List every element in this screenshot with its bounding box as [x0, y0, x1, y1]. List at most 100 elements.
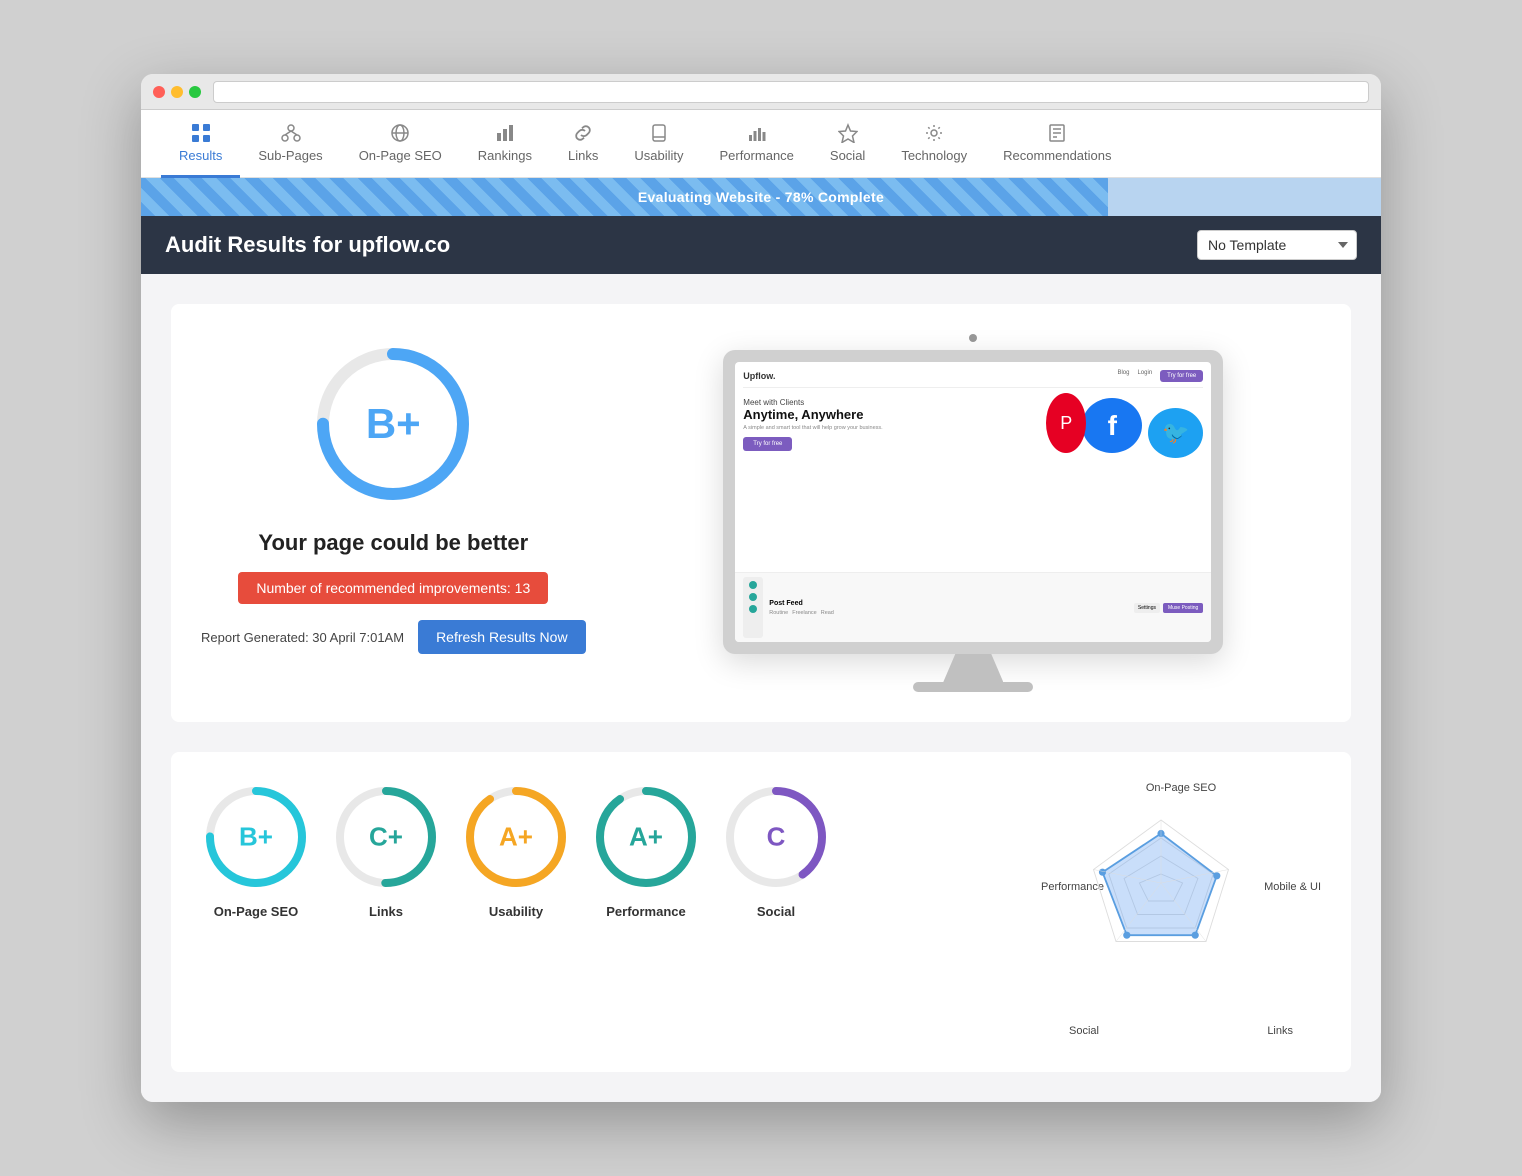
wp-bottom-bar: Post Feed Routine Freelance Read S — [735, 572, 1211, 642]
score-circle-usability: A+ — [461, 782, 571, 892]
nav-item-results[interactable]: Results — [161, 110, 240, 178]
refresh-button[interactable]: Refresh Results Now — [418, 620, 586, 654]
score-item-social: C Social — [721, 782, 831, 919]
subpages-icon — [280, 122, 302, 144]
close-button[interactable] — [153, 86, 165, 98]
rankings-icon — [494, 122, 516, 144]
nav-item-recommendations[interactable]: Recommendations — [985, 110, 1129, 178]
recommendations-icon — [1046, 122, 1068, 144]
page-message: Your page could be better — [258, 530, 528, 556]
wp-sidebar — [743, 577, 763, 638]
wp-settings-btn: Settings — [1134, 603, 1160, 613]
technology-icon — [923, 122, 945, 144]
wp-action-btns: Settings Muse Posting — [1134, 603, 1203, 613]
links-icon — [572, 122, 594, 144]
wp-cta-nav: Try for free — [1160, 370, 1203, 382]
score-circle-links: C+ — [331, 782, 441, 892]
nav-bar: Results Sub-Pages On-Page SEO Rankings L… — [141, 110, 1381, 178]
nav-item-onpageseo[interactable]: On-Page SEO — [341, 110, 460, 178]
score-circles: B+ On-Page SEO C+ Links — [201, 782, 1011, 919]
nav-item-usability[interactable]: Usability — [616, 110, 701, 178]
score-item-onpageseo: B+ On-Page SEO — [201, 782, 311, 919]
radar-label-right: Mobile & UI — [1264, 881, 1321, 893]
browser-window: Results Sub-Pages On-Page SEO Rankings L… — [141, 74, 1381, 1102]
report-row: Report Generated: 30 April 7:01AM Refres… — [201, 620, 586, 654]
nav-label-usability: Usability — [634, 148, 683, 163]
wp-tab-read: Read — [821, 610, 834, 616]
nav-label-technology: Technology — [901, 148, 967, 163]
radar-section: On-Page SEO Mobile & UI Links Social Per… — [1041, 782, 1321, 1042]
score-label-onpageseo: On-Page SEO — [214, 904, 299, 919]
score-circle-performance: A+ — [591, 782, 701, 892]
nav-item-performance[interactable]: Performance — [701, 110, 811, 178]
nav-label-rankings: Rankings — [478, 148, 532, 163]
minimize-button[interactable] — [171, 86, 183, 98]
nav-item-subpages[interactable]: Sub-Pages — [240, 110, 340, 178]
score-label-usability: Usability — [489, 904, 543, 919]
maximize-button[interactable] — [189, 86, 201, 98]
twitter-icon: 🐦 — [1148, 408, 1203, 458]
radar-svg — [1061, 802, 1261, 982]
main-content: B+ Your page could be better Number of r… — [141, 274, 1381, 1102]
facebook-icon: f — [1082, 398, 1142, 453]
monitor-screen: Upflow. Blog Login Try for free — [735, 362, 1211, 642]
report-date: Report Generated: 30 April 7:01AM — [201, 630, 404, 645]
grade-circle: B+ — [303, 334, 483, 514]
nav-item-social[interactable]: Social — [812, 110, 883, 178]
score-label-performance: Performance — [606, 904, 685, 919]
monitor-frame: Upflow. Blog Login Try for free — [723, 350, 1223, 654]
wp-headline-normal: Meet with Clients — [743, 398, 804, 407]
social-icon — [837, 122, 859, 144]
wp-social-icons: P f 🐦 — [1046, 398, 1203, 458]
monitor-base — [913, 682, 1033, 692]
url-bar[interactable] — [213, 81, 1369, 103]
nav-label-links: Links — [568, 148, 598, 163]
progress-bar: Evaluating Website - 78% Complete — [141, 178, 1381, 216]
score-item-performance: A+ Performance — [591, 782, 701, 919]
score-grade-performance: A+ — [629, 822, 663, 853]
grid-icon — [190, 122, 212, 144]
score-grade-social: C — [767, 822, 786, 853]
wp-main-area: Post Feed Routine Freelance Read — [769, 600, 1128, 616]
nav-label-subpages: Sub-Pages — [258, 148, 322, 163]
wp-nav-links: Blog Login Try for free — [1117, 370, 1203, 382]
audit-title: Audit Results for upflow.co — [165, 232, 450, 258]
template-select[interactable]: No Template Basic Advanced E-commerce — [1197, 230, 1357, 260]
browser-titlebar — [141, 74, 1381, 110]
radar-label-top: On-Page SEO — [1146, 782, 1216, 794]
score-circle-social: C — [721, 782, 831, 892]
wp-cta-hero: Try for free — [743, 437, 792, 451]
score-item-usability: A+ Usability — [461, 782, 571, 919]
progress-text: Evaluating Website - 78% Complete — [638, 189, 884, 205]
audit-header: Audit Results for upflow.co No Template … — [141, 216, 1381, 274]
score-label-links: Links — [369, 904, 403, 919]
wp-muse-btn: Muse Posting — [1163, 603, 1203, 613]
traffic-lights — [153, 86, 201, 98]
wp-tabs: Routine Freelance Read — [769, 610, 1128, 616]
nav-label-performance: Performance — [719, 148, 793, 163]
wp-hero-text: Meet with Clients Anytime, Anywhere A si… — [743, 398, 1036, 451]
nav-label-onpageseo: On-Page SEO — [359, 148, 442, 163]
radar-chart: On-Page SEO Mobile & UI Links Social Per… — [1041, 782, 1321, 1042]
monitor-notch — [969, 334, 977, 342]
score-circle-onpageseo: B+ — [201, 782, 311, 892]
monitor-wrapper: Upflow. Blog Login Try for free — [723, 334, 1223, 692]
nav-item-technology[interactable]: Technology — [883, 110, 985, 178]
radar-label-bottom-right: Links — [1267, 1025, 1293, 1037]
monitor-stand — [943, 654, 1003, 682]
performance-icon — [746, 122, 768, 144]
wp-postfeed-label: Post Feed — [769, 600, 1128, 607]
grade-value: B+ — [366, 400, 421, 448]
wp-link-login: Login — [1137, 370, 1152, 382]
radar-label-bottom-left: Social — [1069, 1025, 1099, 1037]
score-grade-links: C+ — [369, 822, 403, 853]
wp-subtext: A simple and smart tool that will help g… — [743, 425, 1036, 431]
usability-icon — [648, 122, 670, 144]
nav-item-links[interactable]: Links — [550, 110, 616, 178]
progress-fill — [141, 178, 1108, 216]
nav-item-rankings[interactable]: Rankings — [460, 110, 550, 178]
improvements-badge: Number of recommended improvements: 13 — [238, 572, 548, 604]
score-grade-usability: A+ — [499, 822, 533, 853]
nav-label-recommendations: Recommendations — [1003, 148, 1111, 163]
nav-label-results: Results — [179, 148, 222, 163]
